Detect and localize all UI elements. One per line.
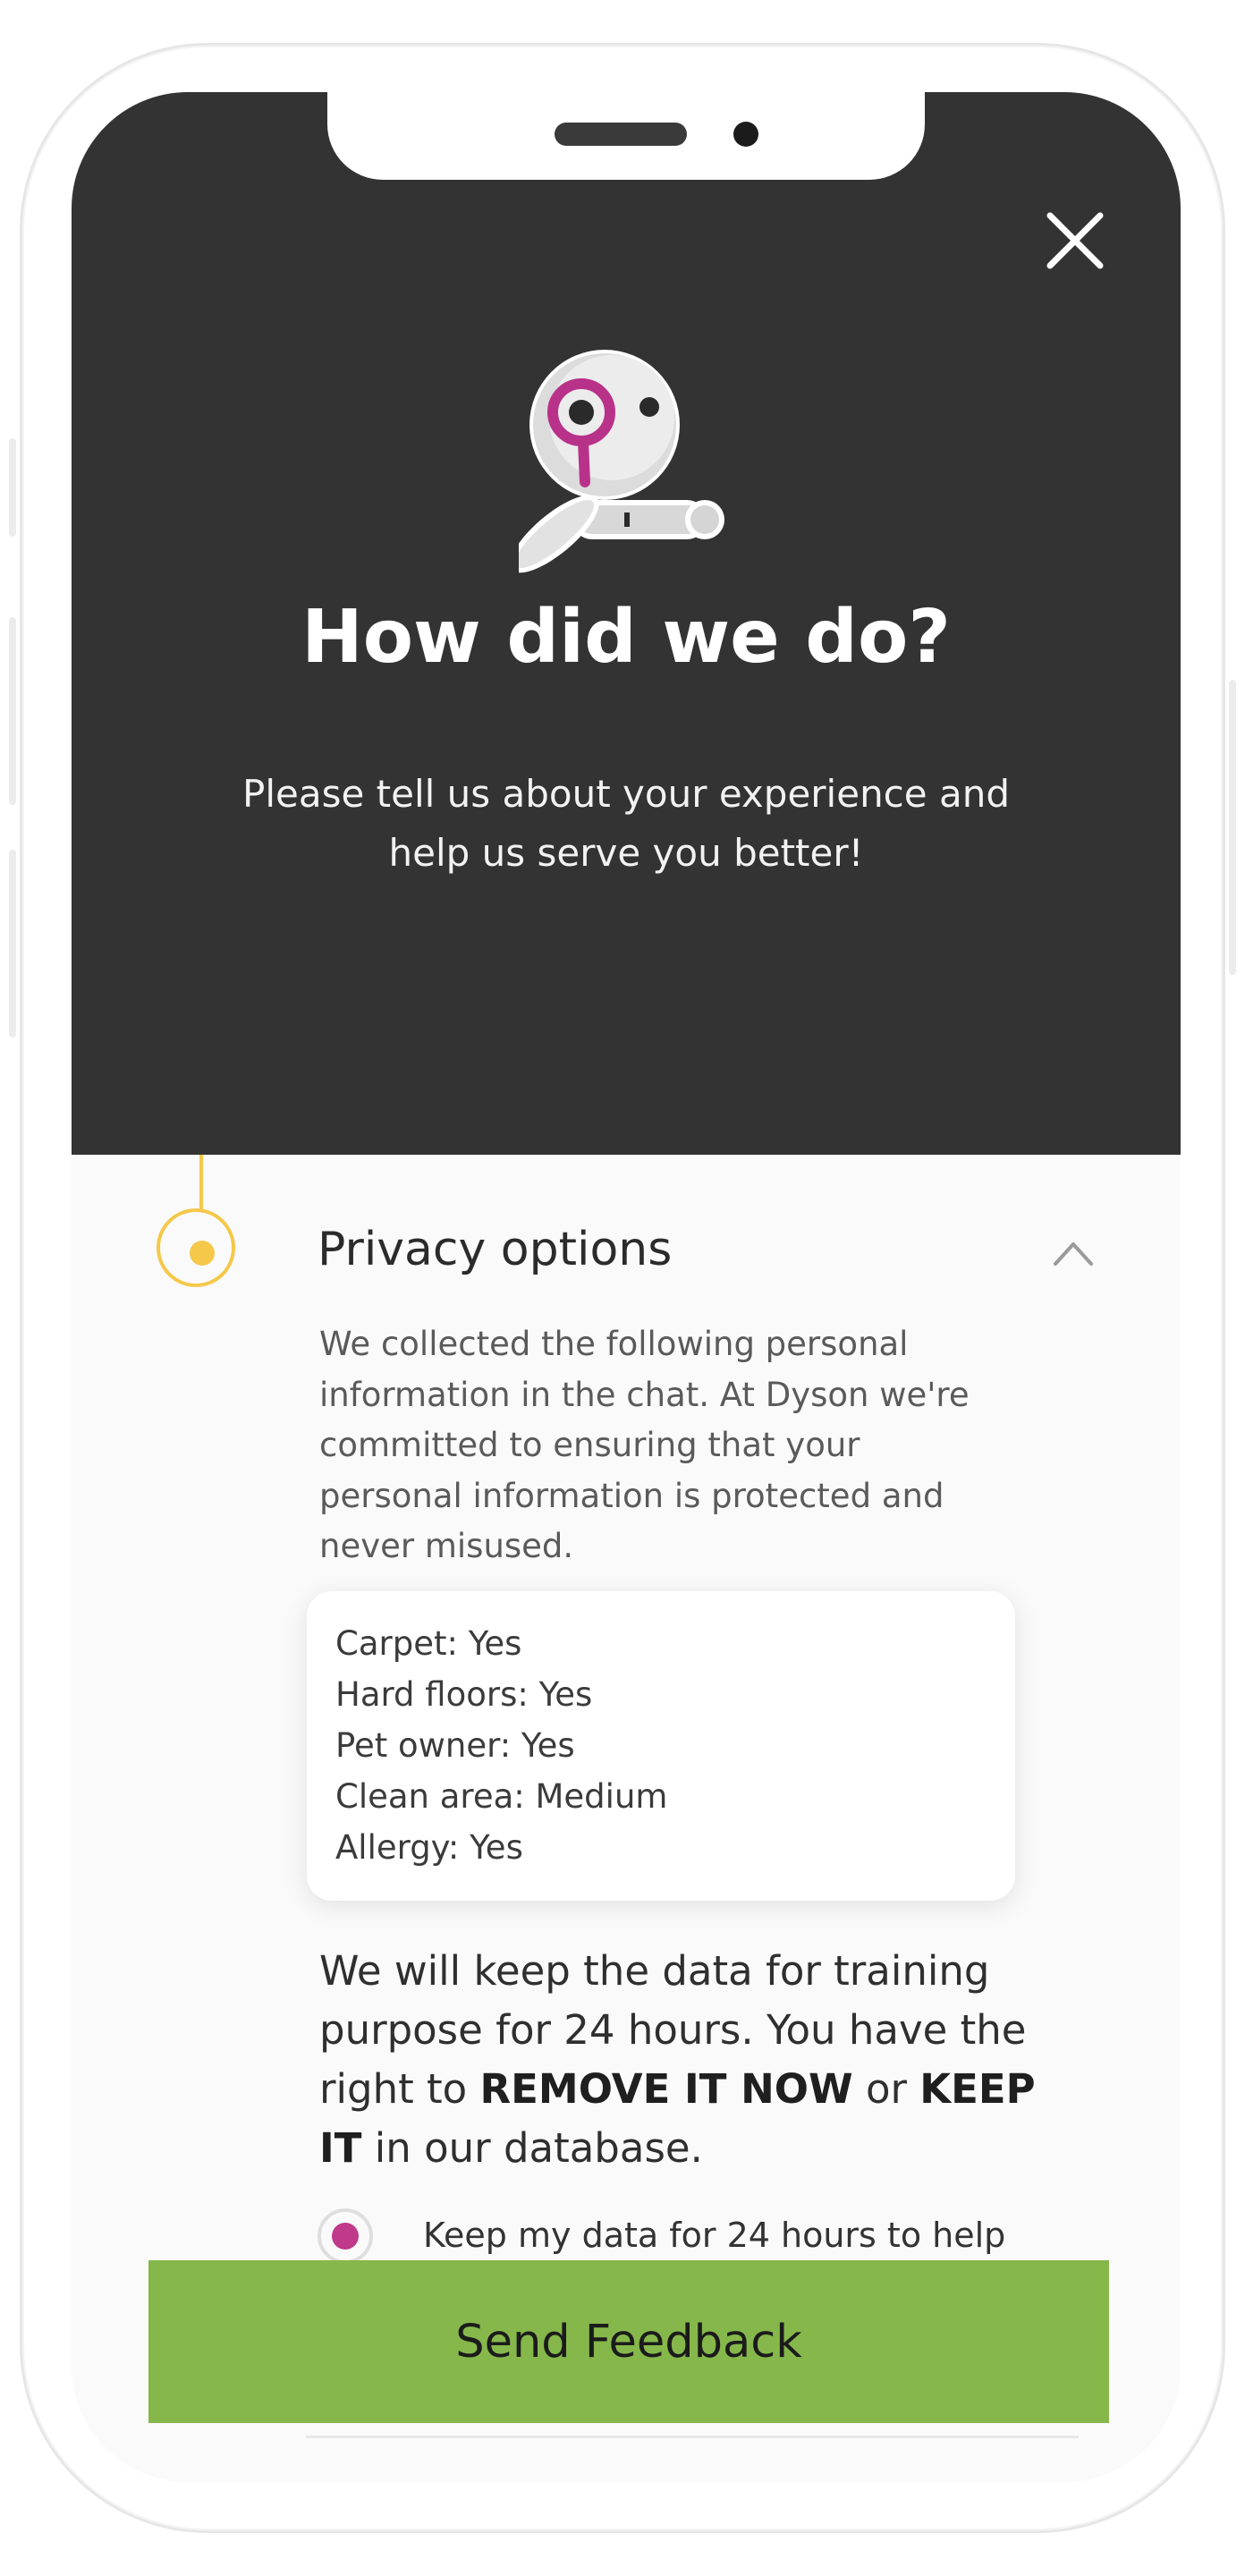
data-item-pet-owner: Pet owner: Yes <box>335 1726 575 1765</box>
privacy-options-title: Privacy options <box>318 1223 673 1276</box>
phone-side-button <box>9 850 16 1038</box>
collected-data-card: Carpet: Yes Hard floors: Yes Pet owner: … <box>307 1591 1015 1901</box>
keep-data-option-label[interactable]: Keep my data for 24 hours to help <box>423 2210 1005 2260</box>
keep-data-radio-selected-dot <box>332 2223 359 2250</box>
page-subtitle: Please tell us about your experience and… <box>242 772 1010 875</box>
data-retention-text: We will keep the data for training purpo… <box>319 1942 1088 2178</box>
privacy-description: We collected the following personal info… <box>319 1325 970 1565</box>
retention-text-part2: or <box>852 2065 920 2113</box>
robot-mascot-icon <box>510 343 733 575</box>
phone-side-button <box>9 617 16 805</box>
timeline-step-dot <box>190 1241 215 1266</box>
close-icon[interactable] <box>1038 203 1113 278</box>
page-title: How did we do? <box>301 595 951 680</box>
screen: How did we do? Please tell us about your… <box>72 92 1181 2482</box>
phone-side-button <box>1229 680 1236 975</box>
send-feedback-button[interactable]: Send Feedback <box>148 2260 1109 2423</box>
timeline-connector <box>199 1155 203 1212</box>
phone-side-button <box>9 438 16 537</box>
data-item-allergy: Allergy: Yes <box>335 1828 523 1867</box>
speaker-grille <box>555 123 687 146</box>
chevron-up-icon[interactable] <box>1046 1226 1100 1280</box>
remove-it-now-text: REMOVE IT NOW <box>479 2065 853 2113</box>
data-item-hard-floors: Hard floors: Yes <box>335 1675 593 1714</box>
bottom-divider <box>306 2436 1079 2438</box>
data-item-carpet: Carpet: Yes <box>335 1624 522 1663</box>
retention-text-part3: in our database. <box>361 2124 703 2172</box>
feedback-header: How did we do? Please tell us about your… <box>72 92 1181 1155</box>
data-item-clean-area: Clean area: Medium <box>335 1777 668 1816</box>
front-camera <box>733 122 758 147</box>
